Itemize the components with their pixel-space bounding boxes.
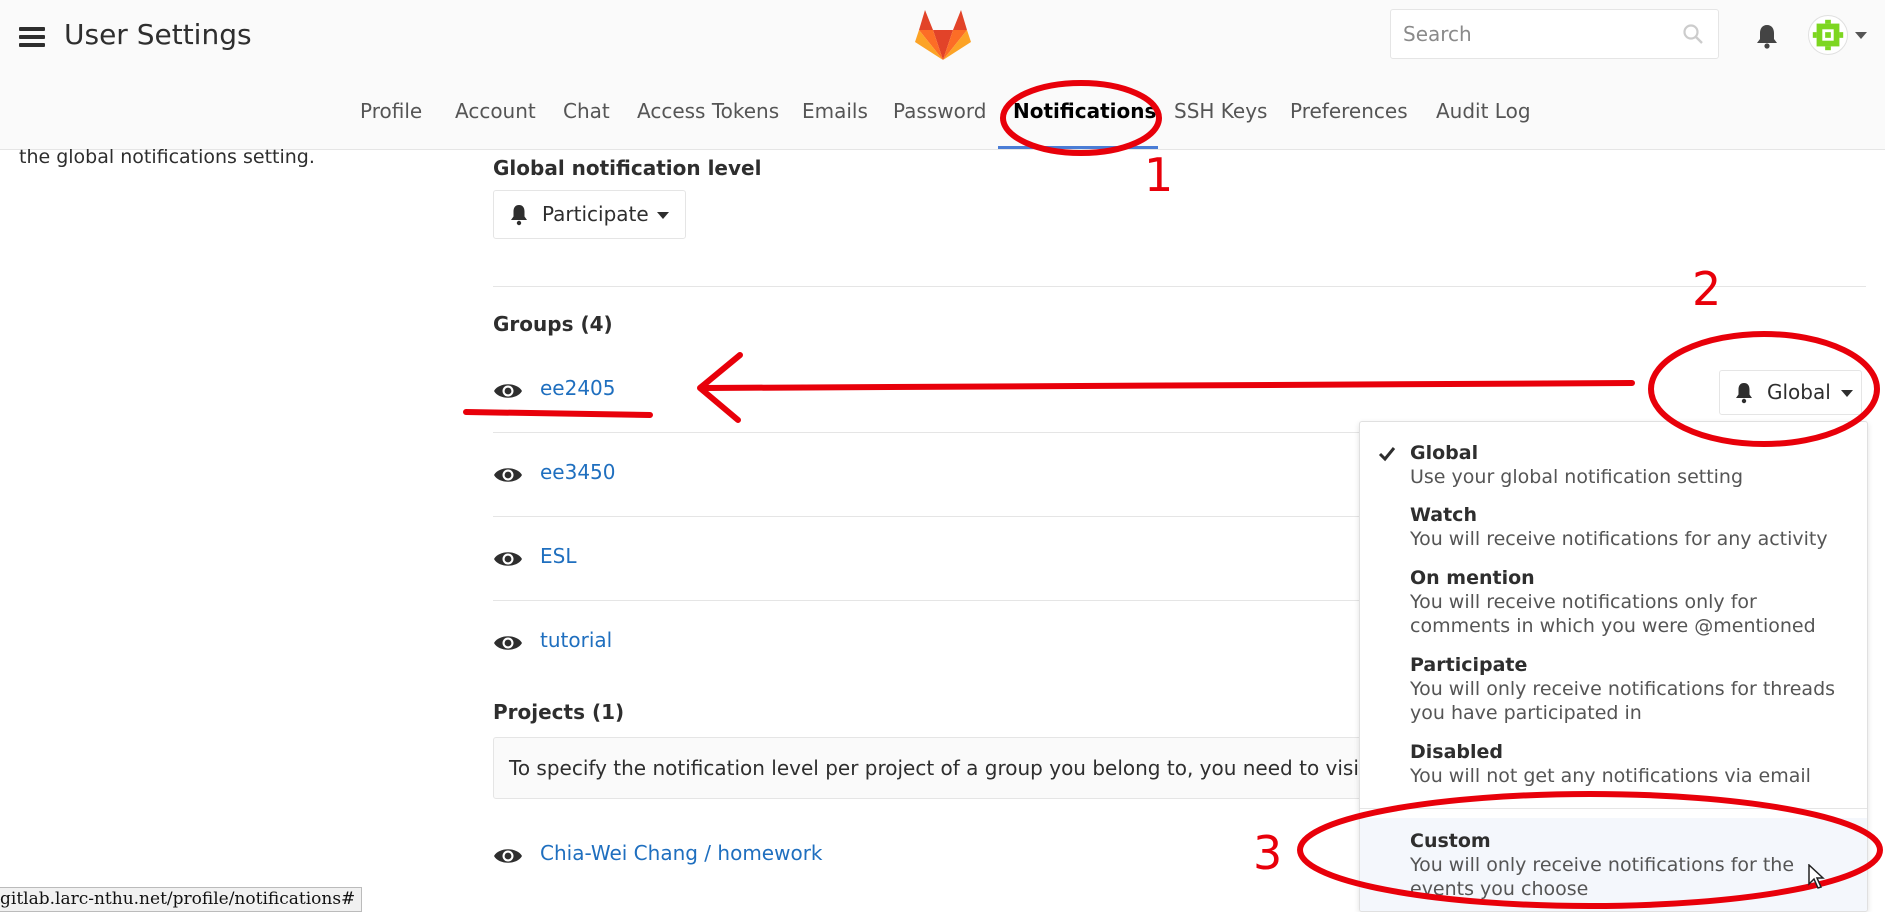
group-link-ee3450[interactable]: ee3450 bbox=[540, 460, 616, 484]
eye-icon bbox=[494, 552, 522, 566]
menu-item-desc: You will receive notifications for any a… bbox=[1410, 528, 1828, 550]
search-icon[interactable] bbox=[1682, 23, 1704, 45]
group-link-ee2405[interactable]: ee2405 bbox=[540, 376, 616, 400]
notification-level-menu: Global Use your global notification sett… bbox=[1359, 421, 1868, 912]
global-level-dropdown[interactable]: Participate bbox=[493, 190, 686, 239]
tab-audit-log[interactable]: Audit Log bbox=[1436, 99, 1531, 123]
projects-label: Projects (1) bbox=[493, 700, 625, 724]
menu-item-on-mention[interactable]: On mention You will receive notification… bbox=[1360, 559, 1867, 643]
top-header: User Settings Profile Account Chat Acces bbox=[0, 0, 1885, 150]
eye-icon bbox=[494, 468, 522, 482]
menu-item-desc: Use your global notification setting bbox=[1410, 466, 1744, 488]
tab-emails[interactable]: Emails bbox=[802, 99, 868, 123]
bell-icon bbox=[511, 205, 527, 226]
bell-icon bbox=[1736, 383, 1752, 404]
user-avatar[interactable] bbox=[1808, 15, 1848, 55]
settings-nav: Profile Account Chat Access Tokens Email… bbox=[0, 88, 1885, 150]
mouse-pointer-icon bbox=[1808, 864, 1825, 889]
check-icon bbox=[1378, 447, 1396, 462]
search-box[interactable] bbox=[1390, 9, 1719, 59]
global-level-value: Participate bbox=[542, 202, 649, 226]
group-link-tutorial[interactable]: tutorial bbox=[540, 628, 612, 652]
tab-password[interactable]: Password bbox=[893, 99, 986, 123]
group-level-value: Global bbox=[1767, 380, 1831, 404]
menu-item-participate[interactable]: Participate You will only receive notifi… bbox=[1360, 646, 1867, 730]
menu-item-title: Watch bbox=[1410, 504, 1477, 526]
search-input[interactable] bbox=[1403, 22, 1663, 46]
gitlab-logo[interactable] bbox=[915, 8, 971, 62]
menu-item-desc: You will only receive notifications for … bbox=[1410, 678, 1836, 724]
annotation-number-1: 1 bbox=[1144, 148, 1174, 202]
tab-chat[interactable]: Chat bbox=[563, 99, 610, 123]
active-tab-indicator bbox=[998, 146, 1158, 149]
eye-icon bbox=[494, 384, 522, 398]
global-level-label: Global notification level bbox=[493, 156, 762, 180]
hamburger-menu-icon[interactable] bbox=[19, 27, 45, 47]
menu-divider bbox=[1360, 808, 1867, 809]
menu-item-title: Disabled bbox=[1410, 741, 1504, 763]
group-level-dropdown[interactable]: Global bbox=[1719, 370, 1862, 415]
tab-account[interactable]: Account bbox=[455, 99, 536, 123]
tab-access-tokens[interactable]: Access Tokens bbox=[637, 99, 779, 123]
menu-item-desc: You will receive notifications only for … bbox=[1410, 591, 1816, 637]
eye-icon bbox=[494, 636, 522, 650]
projects-info-text: To specify the notification level per pr… bbox=[509, 756, 1412, 780]
tab-preferences[interactable]: Preferences bbox=[1290, 99, 1408, 123]
eye-icon bbox=[494, 849, 522, 863]
browser-status-bar: gitlab.larc-nthu.net/profile/notificatio… bbox=[0, 887, 363, 912]
tab-ssh-keys[interactable]: SSH Keys bbox=[1174, 99, 1267, 123]
menu-item-disabled[interactable]: Disabled You will not get any notificati… bbox=[1360, 733, 1867, 793]
menu-item-global[interactable]: Global Use your global notification sett… bbox=[1360, 434, 1867, 494]
menu-item-title: On mention bbox=[1410, 567, 1535, 589]
tab-profile[interactable]: Profile bbox=[360, 99, 422, 123]
chevron-down-icon[interactable] bbox=[1855, 32, 1867, 39]
annotation-number-2: 2 bbox=[1692, 262, 1722, 316]
divider bbox=[493, 286, 1866, 287]
divider bbox=[493, 432, 1359, 433]
menu-item-title: Participate bbox=[1410, 654, 1528, 676]
menu-item-title: Custom bbox=[1410, 830, 1491, 852]
menu-item-title: Global bbox=[1410, 442, 1479, 464]
section-description: the global notifications setting. bbox=[19, 146, 315, 168]
menu-item-custom[interactable]: Custom You will only receive notificatio… bbox=[1360, 818, 1867, 911]
notification-bell-icon[interactable] bbox=[1753, 22, 1781, 50]
tab-notifications[interactable]: Notifications bbox=[1013, 99, 1156, 123]
caret-down-icon bbox=[1841, 390, 1853, 397]
menu-item-desc: You will not get any notifications via e… bbox=[1410, 765, 1811, 787]
group-link-esl[interactable]: ESL bbox=[540, 544, 576, 568]
divider bbox=[493, 600, 1359, 601]
caret-down-icon bbox=[657, 212, 669, 219]
annotation-number-3: 3 bbox=[1253, 826, 1283, 880]
page-title: User Settings bbox=[64, 18, 252, 51]
menu-item-desc: You will only receive notifications for … bbox=[1410, 854, 1795, 900]
project-link[interactable]: Chia-Wei Chang / homework bbox=[540, 841, 823, 865]
divider bbox=[493, 516, 1359, 517]
menu-item-watch[interactable]: Watch You will receive notifications for… bbox=[1360, 496, 1867, 556]
groups-label: Groups (4) bbox=[493, 312, 613, 336]
